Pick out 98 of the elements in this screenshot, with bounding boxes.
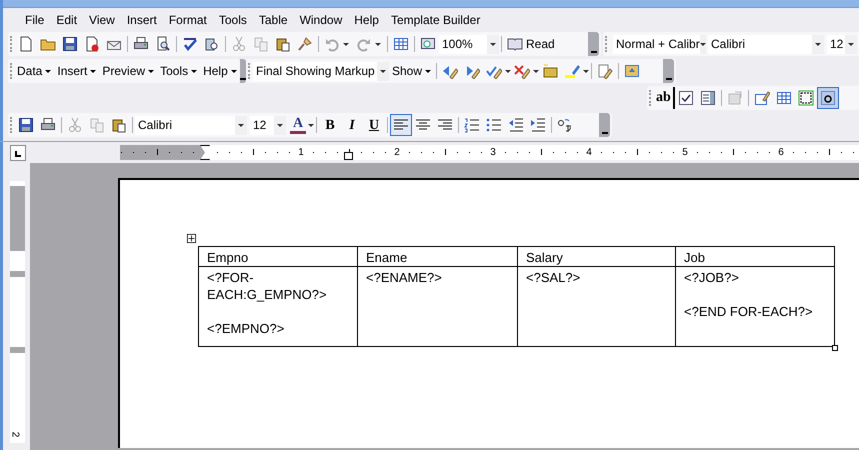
column-header: Ename <box>358 247 518 267</box>
numbered-list-icon[interactable] <box>464 117 480 133</box>
magnifier-page-icon[interactable] <box>420 36 436 52</box>
menu-item[interactable]: Help <box>349 10 384 30</box>
save-icon[interactable] <box>62 36 78 52</box>
table-cell-text: <?SAL?> <box>526 269 582 286</box>
caret-icon[interactable] <box>490 42 496 46</box>
menu-button[interactable]: Insert <box>54 61 100 81</box>
caret-icon[interactable] <box>277 124 283 126</box>
pencil-page-icon[interactable] <box>597 63 614 79</box>
menu-item[interactable]: View <box>84 10 120 30</box>
pencil-cross-icon[interactable] <box>514 63 530 79</box>
new-document-icon[interactable] <box>18 36 34 52</box>
print-icon[interactable] <box>40 117 56 133</box>
caret-icon <box>90 70 96 72</box>
ruler-margin <box>10 186 25 251</box>
menu-item[interactable]: Insert <box>122 10 162 30</box>
spelling-check-icon[interactable] <box>182 36 198 52</box>
table-resize-handle[interactable] <box>832 345 838 351</box>
caret-icon[interactable] <box>238 124 244 126</box>
bold-button[interactable]: B <box>319 114 341 136</box>
table-icon[interactable] <box>393 36 409 52</box>
ruler-number: 4 <box>585 146 593 159</box>
bullet-list-icon[interactable] <box>486 117 502 133</box>
research-icon[interactable] <box>204 36 220 52</box>
save-icon[interactable] <box>18 117 34 133</box>
menu-item[interactable]: Window <box>294 10 348 30</box>
frame-icon[interactable] <box>798 90 814 106</box>
toolbar-options-icon[interactable] <box>590 49 596 53</box>
menu-button[interactable]: Preview <box>99 61 158 81</box>
ruler-number: 2 <box>393 146 401 159</box>
text-field-button[interactable]: ab <box>654 87 675 109</box>
underline-button[interactable]: U <box>363 114 385 136</box>
ruler-number: 3 <box>489 146 497 159</box>
column-header: Job <box>676 247 835 267</box>
caret-icon[interactable] <box>533 70 540 72</box>
caret-icon[interactable] <box>343 42 349 46</box>
tab-stop-selector[interactable] <box>10 144 26 160</box>
pencil-table-icon[interactable] <box>754 90 770 106</box>
table-icon[interactable] <box>776 90 792 106</box>
print-icon[interactable] <box>133 36 149 52</box>
table-cell-text: <?JOB?> <box>684 269 740 286</box>
toolbar-options-icon[interactable] <box>602 130 608 134</box>
pencil-right-arrow-icon[interactable] <box>464 63 480 79</box>
pencil-left-arrow-icon[interactable] <box>442 63 458 79</box>
caret-icon[interactable] <box>848 42 854 46</box>
book-icon[interactable] <box>507 36 523 52</box>
list-box-icon[interactable] <box>700 90 716 106</box>
caret-icon <box>425 70 432 72</box>
column-header: Empno <box>199 247 358 267</box>
italic-button[interactable]: I <box>341 114 363 136</box>
table-cell-text: <?FOR-EACH:G_EMPNO?> <box>207 269 328 303</box>
phonetic-guide-icon[interactable] <box>557 117 573 133</box>
table-cell-text: <?ENAME?> <box>366 269 443 286</box>
font-color-button[interactable]: A <box>288 114 308 136</box>
caret-icon[interactable] <box>380 70 386 72</box>
print-preview-icon[interactable] <box>155 36 171 52</box>
show-button[interactable]: Show <box>389 61 434 81</box>
upload-icon[interactable] <box>624 63 640 79</box>
read-button[interactable]: Read <box>504 33 558 55</box>
menu-button[interactable]: Tools <box>157 61 200 81</box>
menu-item[interactable]: Edit <box>51 10 82 30</box>
column-header: Salary <box>518 247 676 267</box>
table-cell-text: <?EMPNO?> <box>207 320 286 337</box>
document-icon[interactable] <box>84 36 100 52</box>
menu-item[interactable]: Table <box>254 10 293 30</box>
caret-icon <box>230 70 237 72</box>
toolbar-options-icon[interactable] <box>666 76 672 80</box>
caret-icon <box>191 70 198 72</box>
ruler-number: 2 <box>9 432 20 438</box>
checkbox-icon[interactable] <box>678 90 694 106</box>
menu-item[interactable]: Tools <box>214 10 252 30</box>
paste-icon[interactable] <box>275 36 291 52</box>
ruler-row-marker[interactable] <box>10 347 25 353</box>
menu-item[interactable]: Template Builder <box>386 10 486 30</box>
note-icon[interactable] <box>542 63 558 79</box>
indent-marker[interactable] <box>344 152 353 160</box>
caret-icon[interactable] <box>815 42 821 46</box>
increase-indent-icon[interactable] <box>530 117 546 133</box>
caret-icon[interactable] <box>375 42 381 46</box>
shading-icon[interactable] <box>820 90 836 106</box>
menu-item[interactable]: File <box>20 10 50 30</box>
menu-item[interactable]: Format <box>164 10 212 30</box>
move-handle-icon[interactable] <box>187 234 199 246</box>
caret-icon[interactable] <box>505 70 512 72</box>
paste-icon[interactable] <box>111 117 127 133</box>
ruler-number: 5 <box>681 146 689 159</box>
highlight-icon[interactable] <box>564 63 580 79</box>
caret-icon <box>148 70 154 72</box>
brush-icon[interactable] <box>297 36 313 52</box>
ruler-number: 1 <box>297 146 305 159</box>
ruler-number: 6 <box>777 146 785 159</box>
table-cell-text: <?END FOR-EACH?> <box>684 303 814 320</box>
menu-button[interactable]: Data <box>14 61 54 81</box>
decrease-indent-icon[interactable] <box>508 117 524 133</box>
ruler-row-marker[interactable] <box>10 271 25 277</box>
caret-icon <box>45 70 52 72</box>
menu-button[interactable]: Help <box>200 61 240 81</box>
